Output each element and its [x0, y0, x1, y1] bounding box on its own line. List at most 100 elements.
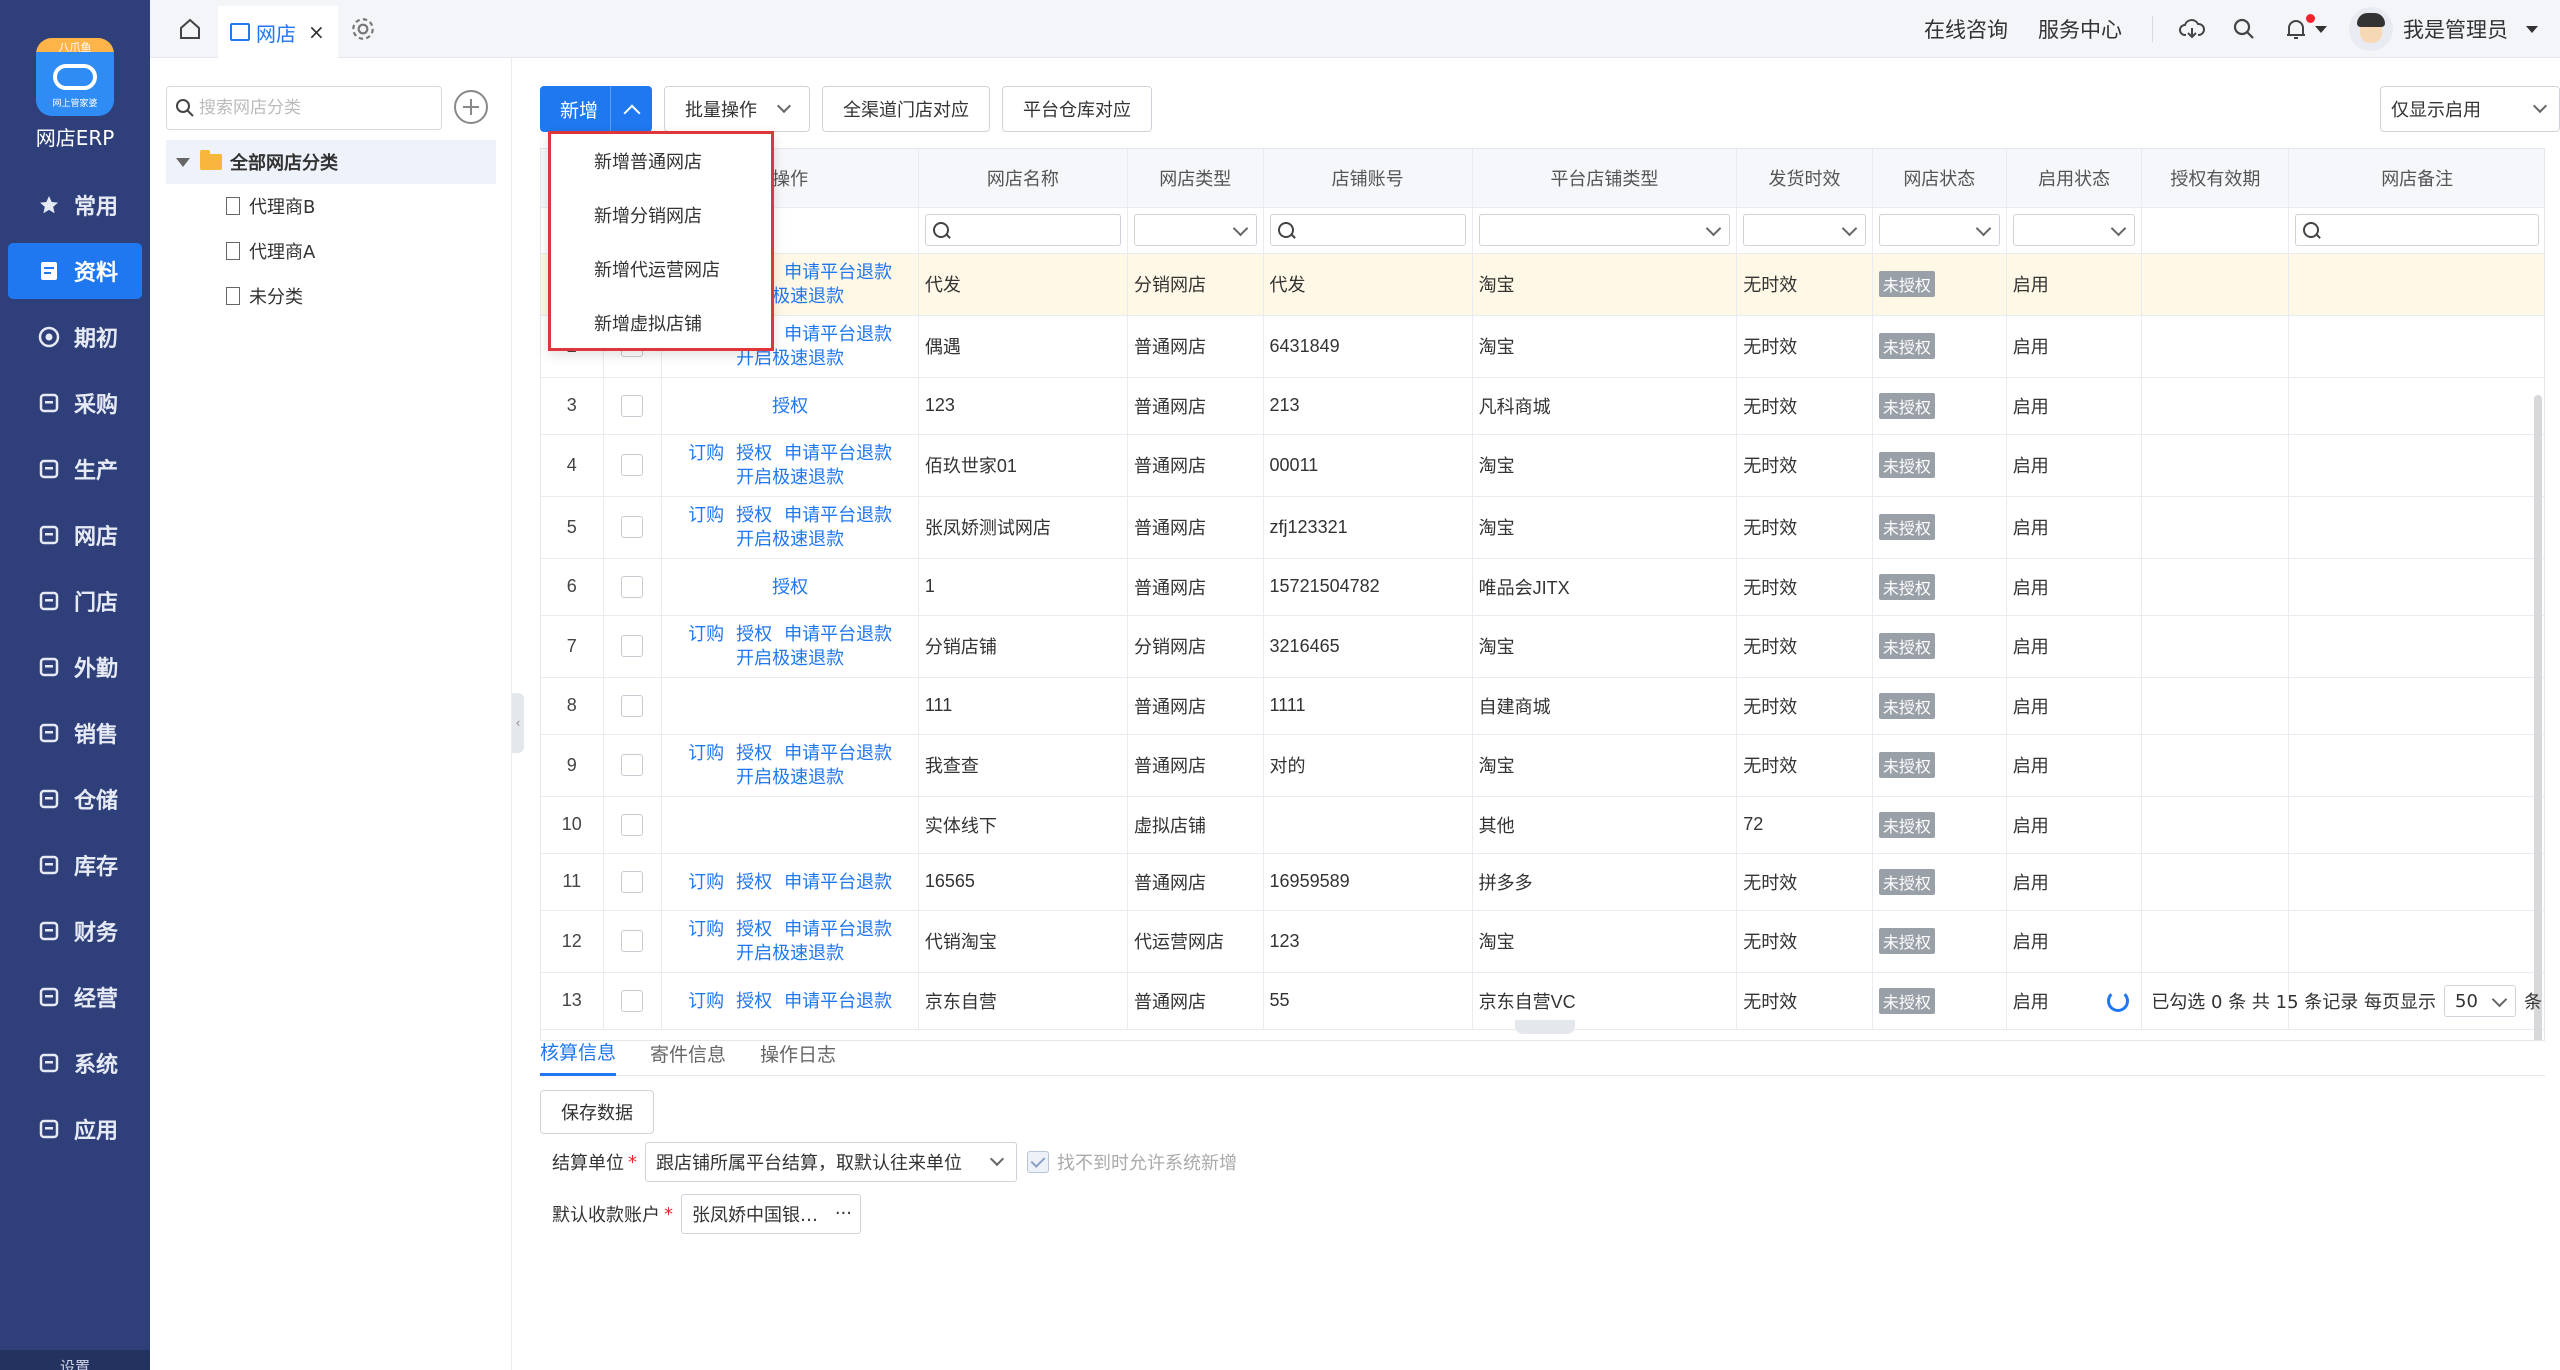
authorize-link[interactable]: 授权: [736, 919, 772, 939]
save-data-button[interactable]: 保存数据: [540, 1090, 654, 1134]
column-header[interactable]: 网店类型: [1127, 149, 1264, 208]
tab-shipping[interactable]: 寄件信息: [650, 1030, 726, 1076]
authorize-link[interactable]: 授权: [736, 505, 772, 525]
sidebar-item-inventory[interactable]: 库存: [0, 832, 150, 898]
sidebar-item-system[interactable]: 系统: [0, 1030, 150, 1096]
sidebar-item-target[interactable]: 期初: [0, 304, 150, 370]
sidebar-item-star[interactable]: 常用: [0, 172, 150, 238]
column-header[interactable]: 平台店铺类型: [1472, 149, 1738, 208]
search-icon[interactable]: [2231, 16, 2257, 42]
table-row[interactable]: 11 订购 授权 申请平台退款 16565 普通网店 16959589 拼多多 无时效 未授权 启用: [541, 853, 2544, 911]
panel-collapse-handle[interactable]: ‹: [512, 693, 524, 753]
column-filter-select[interactable]: [1743, 214, 1866, 246]
tab-log[interactable]: 操作日志: [760, 1030, 836, 1076]
sidebar-item-field[interactable]: 外勤: [0, 634, 150, 700]
tree-root[interactable]: 全部网店分类: [166, 140, 496, 184]
sidebar-item-finance[interactable]: 财务: [0, 898, 150, 964]
sidebar-item-document[interactable]: 资料: [8, 243, 142, 299]
apply-refund-link[interactable]: 申请平台退款: [784, 743, 892, 763]
table-row[interactable]: 4 订购 授权 申请平台退款 开启极速退款 佰玖世家01 普通网店 00011 淘宝 无时效 未授权…: [541, 434, 2544, 497]
new-virtual-store-item[interactable]: 新增虚拟店铺: [551, 296, 771, 350]
category-search[interactable]: [166, 86, 442, 130]
gear-icon[interactable]: [350, 16, 376, 42]
order-link[interactable]: 订购: [688, 991, 724, 1011]
column-header[interactable]: 网店备注: [2288, 149, 2544, 208]
tab-close-icon[interactable]: ×: [308, 20, 325, 44]
row-checkbox[interactable]: [621, 930, 644, 953]
default-account-select[interactable]: 张凤娇中国银… ···: [681, 1194, 861, 1234]
row-checkbox[interactable]: [621, 989, 644, 1012]
sidebar-item-pie[interactable]: 门店: [0, 568, 150, 634]
apply-refund-link[interactable]: 申请平台退款: [784, 505, 892, 525]
service-center-link[interactable]: 服务中心: [2038, 14, 2122, 44]
column-header[interactable]: 授权有效期: [2141, 149, 2290, 208]
platform-warehouse-mapping-button[interactable]: 平台仓库对应: [1002, 86, 1153, 132]
column-search-input[interactable]: [924, 214, 1121, 246]
sidebar-settings[interactable]: 设置: [0, 1350, 150, 1370]
quick-refund-link[interactable]: 开启极速退款: [736, 348, 844, 368]
sidebar-item-apps[interactable]: 应用: [0, 1096, 150, 1162]
quick-refund-link[interactable]: 开启极速退款: [736, 648, 844, 668]
avatar[interactable]: [2349, 7, 2393, 51]
apply-refund-link[interactable]: 申请平台退款: [784, 872, 892, 892]
table-row[interactable]: 2订购授权申请平台退款开启极速退款偶遇普通网店6431849淘宝无时效未授权启用: [541, 315, 2544, 378]
order-link[interactable]: 订购: [688, 624, 724, 644]
apply-refund-link[interactable]: 申请平台退款: [784, 262, 892, 282]
chevron-up-icon[interactable]: [610, 86, 653, 132]
apply-refund-link[interactable]: 申请平台退款: [784, 324, 892, 344]
column-filter-select[interactable]: [2012, 214, 2136, 246]
column-filter-select[interactable]: [1133, 214, 1257, 246]
tree-item[interactable]: 代理商B: [226, 184, 315, 228]
order-link[interactable]: 订购: [688, 919, 724, 939]
order-link[interactable]: 订购: [688, 505, 724, 525]
table-row[interactable]: 6 授权 1 普通网店 15721504782 唯品会JITX 无时效 未授权 启用: [541, 558, 2544, 616]
tab-store[interactable]: 网店 ×: [218, 6, 338, 58]
table-row[interactable]: 1订购授权申请平台退款开启极速退款代发分销网店代发淘宝无时效未授权启用: [541, 253, 2544, 316]
sidebar-item-production[interactable]: 生产: [0, 436, 150, 502]
row-checkbox[interactable]: [621, 394, 644, 417]
row-checkbox[interactable]: [621, 694, 644, 717]
page-size-select[interactable]: 50: [2444, 985, 2516, 1017]
table-row[interactable]: 3 授权 123 普通网店 213 凡科商城 无时效 未授权 启用: [541, 377, 2544, 435]
quick-refund-link[interactable]: 开启极速退款: [736, 767, 844, 787]
new-managed-store-item[interactable]: 新增代运营网店: [551, 242, 771, 296]
row-checkbox[interactable]: [621, 870, 644, 893]
cloud-download-icon[interactable]: [2179, 16, 2205, 42]
allow-new-checkbox[interactable]: 找不到时允许系统新增: [1027, 1149, 1237, 1175]
enabled-filter-select[interactable]: 仅显示启用: [2380, 86, 2560, 132]
apply-refund-link[interactable]: 申请平台退款: [784, 919, 892, 939]
authorize-link[interactable]: 授权: [736, 624, 772, 644]
table-row[interactable]: 10 实体线下 虚拟店铺 其他 72 未授权 启用: [541, 796, 2544, 854]
tree-item[interactable]: 未分类: [226, 274, 303, 318]
apply-refund-link[interactable]: 申请平台退款: [784, 624, 892, 644]
order-link[interactable]: 订购: [688, 872, 724, 892]
order-link[interactable]: 订购: [688, 743, 724, 763]
authorize-link[interactable]: 授权: [736, 991, 772, 1011]
authorize-link[interactable]: 授权: [772, 396, 808, 416]
apply-refund-link[interactable]: 申请平台退款: [784, 991, 892, 1011]
new-button[interactable]: 新增: [540, 86, 611, 132]
sidebar-item-store[interactable]: 网店: [0, 502, 150, 568]
home-icon[interactable]: [178, 17, 202, 41]
apply-refund-link[interactable]: 申请平台退款: [784, 443, 892, 463]
tree-item[interactable]: 代理商A: [226, 229, 315, 273]
more-icon[interactable]: ···: [835, 1203, 852, 1224]
quick-refund-link[interactable]: 开启极速退款: [736, 943, 844, 963]
refresh-icon[interactable]: [2107, 990, 2130, 1012]
row-checkbox[interactable]: [621, 454, 644, 477]
column-header[interactable]: 启用状态: [2006, 149, 2143, 208]
chevron-down-icon[interactable]: [2315, 25, 2327, 33]
expand-icon[interactable]: [176, 157, 190, 167]
column-filter-select[interactable]: [1878, 214, 2000, 246]
row-checkbox[interactable]: [621, 635, 644, 658]
column-header[interactable]: 网店状态: [1872, 149, 2007, 208]
user-name[interactable]: 我是管理员: [2403, 14, 2508, 44]
new-normal-store-item[interactable]: 新增普通网店: [551, 134, 771, 188]
table-row[interactable]: 5 订购 授权 申请平台退款 开启极速退款 张凤娇测试网店 普通网店 zfj123321 淘宝无…: [541, 496, 2544, 559]
table-row[interactable]: 12 订购 授权 申请平台退款 开启极速退款 代销淘宝 代运营网店 123 淘宝 无时效 未授权 启用: [541, 910, 2544, 973]
batch-operation-button[interactable]: 批量操作: [664, 86, 811, 132]
authorize-link[interactable]: 授权: [736, 743, 772, 763]
omni-store-mapping-button[interactable]: 全渠道门店对应: [822, 86, 991, 132]
table-row[interactable]: 8 111 普通网店 1111 自建商城 无时效 未授权 启用: [541, 677, 2544, 735]
table-row[interactable]: 7 订购 授权 申请平台退款 开启极速退款 分销店铺 分销网店 3216465 淘宝 无时效 未授权…: [541, 615, 2544, 678]
